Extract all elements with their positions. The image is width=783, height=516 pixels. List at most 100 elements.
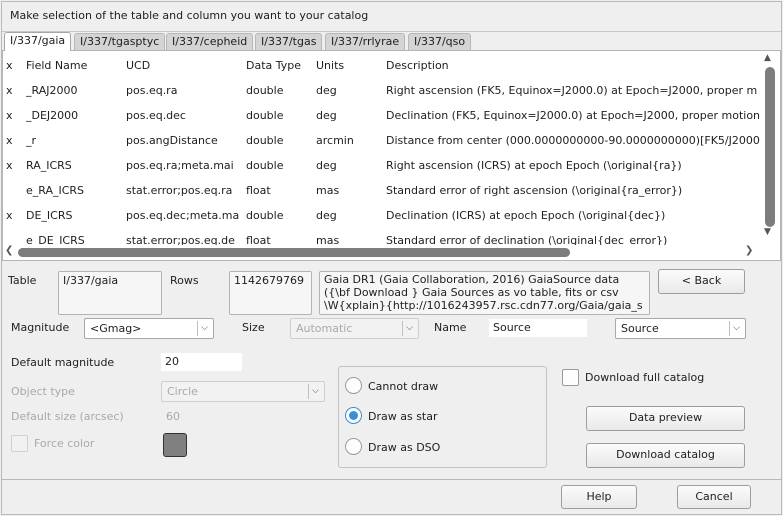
col-field-name-header[interactable]: Field Name — [26, 59, 124, 72]
magnitude-select-value: <Gmag> — [90, 322, 142, 335]
dialog-instruction: Make selection of the table and column y… — [10, 9, 369, 22]
tab-rrlyrae[interactable]: I/337/rrlyrae — [325, 33, 406, 50]
radio-cannot-draw[interactable] — [345, 377, 362, 394]
data-preview-button[interactable]: Data preview — [586, 406, 745, 431]
table-cell[interactable]: stat.error;pos.eq.de — [126, 234, 244, 245]
col-units-header[interactable]: Units — [316, 59, 384, 72]
chevron-down-icon: ⌵ — [729, 321, 743, 336]
download-full-checkbox[interactable] — [562, 369, 579, 386]
table-cell[interactable]: _DEJ2000 — [26, 109, 124, 122]
scroll-up-icon[interactable]: ▲ — [764, 53, 771, 63]
table-cell[interactable]: float — [246, 184, 314, 197]
download-catalog-button[interactable]: Download catalog — [586, 443, 745, 468]
table-cell[interactable]: pos.eq.dec — [126, 109, 244, 122]
name-column-select-value: Source — [621, 322, 659, 335]
force-color-label: Force color — [34, 437, 95, 450]
tab-gaia[interactable]: I/337/gaia — [4, 32, 72, 51]
table-cell[interactable]: pos.angDistance — [126, 134, 244, 147]
table-cell[interactable]: deg — [316, 159, 384, 172]
table-cell[interactable]: Declination (FK5, Equinox=J2000.0) at Ep… — [386, 109, 763, 122]
table-cell[interactable]: mas — [316, 184, 384, 197]
row-selected-mark[interactable] — [6, 234, 20, 245]
rows-value-field: 1142679769 — [229, 271, 312, 315]
rows-label: Rows — [170, 274, 199, 287]
table-cell[interactable]: double — [246, 84, 314, 97]
col-data-type-header[interactable]: Data Type — [246, 59, 314, 72]
horizontal-scroll-thumb[interactable] — [18, 248, 570, 257]
radio-draw-as-dso[interactable] — [345, 438, 362, 455]
object-type-label: Object type — [11, 385, 75, 398]
table-cell[interactable]: Declination (ICRS) at epoch Epoch (\orig… — [386, 209, 763, 222]
table-cell[interactable]: deg — [316, 84, 384, 97]
row-selected-mark[interactable]: x — [6, 209, 20, 222]
table-cell[interactable]: _RAJ2000 — [26, 84, 124, 97]
tab-qso[interactable]: I/337/qso — [408, 33, 472, 50]
force-color-checkbox — [11, 435, 28, 452]
default-magnitude-input[interactable]: 20 — [161, 353, 242, 371]
table-cell[interactable]: double — [246, 109, 314, 122]
download-full-label[interactable]: Download full catalog — [585, 371, 704, 384]
object-type-select-value: Circle — [167, 385, 198, 398]
table-cell[interactable]: stat.error;pos.eq.ra — [126, 184, 244, 197]
table-cell[interactable]: double — [246, 134, 314, 147]
table-cell[interactable]: double — [246, 159, 314, 172]
scroll-down-icon[interactable]: ▼ — [764, 227, 771, 237]
row-selected-mark[interactable]: x — [6, 159, 20, 172]
table-cell[interactable]: RA_ICRS — [26, 159, 124, 172]
separator — [2, 31, 781, 32]
radio-draw-as-star[interactable] — [345, 407, 362, 424]
name-input[interactable]: Source — [489, 319, 587, 337]
table-cell[interactable]: Standard error of declination (\original… — [386, 234, 763, 245]
name-column-select[interactable]: Source ⌵ — [615, 318, 746, 339]
size-select: Automatic ⌵ — [290, 318, 419, 339]
row-selected-mark[interactable]: x — [6, 109, 20, 122]
row-selected-mark[interactable]: x — [6, 84, 20, 97]
scroll-left-icon[interactable]: ❮ — [5, 245, 13, 256]
row-selected-mark[interactable]: x — [6, 134, 20, 147]
table-description-field: Gaia DR1 (Gaia Collaboration, 2016) Gaia… — [319, 271, 650, 315]
table-cell[interactable]: deg — [316, 209, 384, 222]
footer-separator — [2, 479, 781, 480]
color-swatch-button — [163, 433, 187, 457]
table-cell[interactable]: Standard error of right ascension (\orig… — [386, 184, 763, 197]
radio-draw-as-star-label[interactable]: Draw as star — [368, 410, 438, 423]
col-x-header[interactable]: x — [6, 59, 20, 72]
table-label: Table — [8, 274, 37, 287]
scroll-right-icon[interactable]: ❯ — [745, 245, 753, 256]
table-cell[interactable]: deg — [316, 109, 384, 122]
tab-cepheid[interactable]: I/337/cepheid — [166, 33, 254, 50]
table-cell[interactable]: float — [246, 234, 314, 245]
table-cell[interactable]: e_DE_ICRS — [26, 234, 124, 245]
tab-tgas[interactable]: I/337/tgas — [255, 33, 323, 50]
table-cell[interactable]: Right ascension (FK5, Equinox=J2000.0) a… — [386, 84, 763, 97]
table-cell[interactable]: pos.eq.dec;meta.ma — [126, 209, 244, 222]
col-description-header[interactable]: Description — [386, 59, 761, 72]
radio-draw-as-dso-label[interactable]: Draw as DSO — [368, 441, 440, 454]
magnitude-label: Magnitude — [11, 321, 70, 334]
table-cell[interactable]: Distance from center (000.0000000000-90.… — [386, 134, 763, 147]
table-cell[interactable]: DE_ICRS — [26, 209, 124, 222]
chevron-down-icon: ⌵ — [308, 384, 322, 399]
chevron-down-icon: ⌵ — [197, 321, 211, 336]
vertical-scroll-thumb[interactable] — [765, 67, 775, 227]
table-cell[interactable]: _r — [26, 134, 124, 147]
table-cell[interactable]: double — [246, 209, 314, 222]
table-value-field: I/337/gaia — [58, 271, 162, 315]
table-cell[interactable]: pos.eq.ra;meta.mai — [126, 159, 244, 172]
object-type-select: Circle ⌵ — [161, 381, 325, 402]
cancel-button[interactable]: Cancel — [677, 485, 751, 509]
default-size-value: 60 — [166, 410, 180, 423]
table-cell[interactable]: pos.eq.ra — [126, 84, 244, 97]
table-cell[interactable]: arcmin — [316, 134, 384, 147]
magnitude-select[interactable]: <Gmag> ⌵ — [84, 318, 214, 339]
tab-tgasptyc[interactable]: I/337/tgasptyc — [74, 33, 166, 50]
table-cell[interactable]: mas — [316, 234, 384, 245]
back-button[interactable]: < Back — [658, 269, 745, 294]
table-cell[interactable]: e_RA_ICRS — [26, 184, 124, 197]
col-ucd-header[interactable]: UCD — [126, 59, 244, 72]
name-label: Name — [434, 321, 467, 334]
help-button[interactable]: Help — [561, 485, 637, 509]
table-cell[interactable]: Right ascension (ICRS) at epoch Epoch (\… — [386, 159, 763, 172]
radio-cannot-draw-label[interactable]: Cannot draw — [368, 380, 438, 393]
column-table[interactable] — [2, 50, 781, 261]
